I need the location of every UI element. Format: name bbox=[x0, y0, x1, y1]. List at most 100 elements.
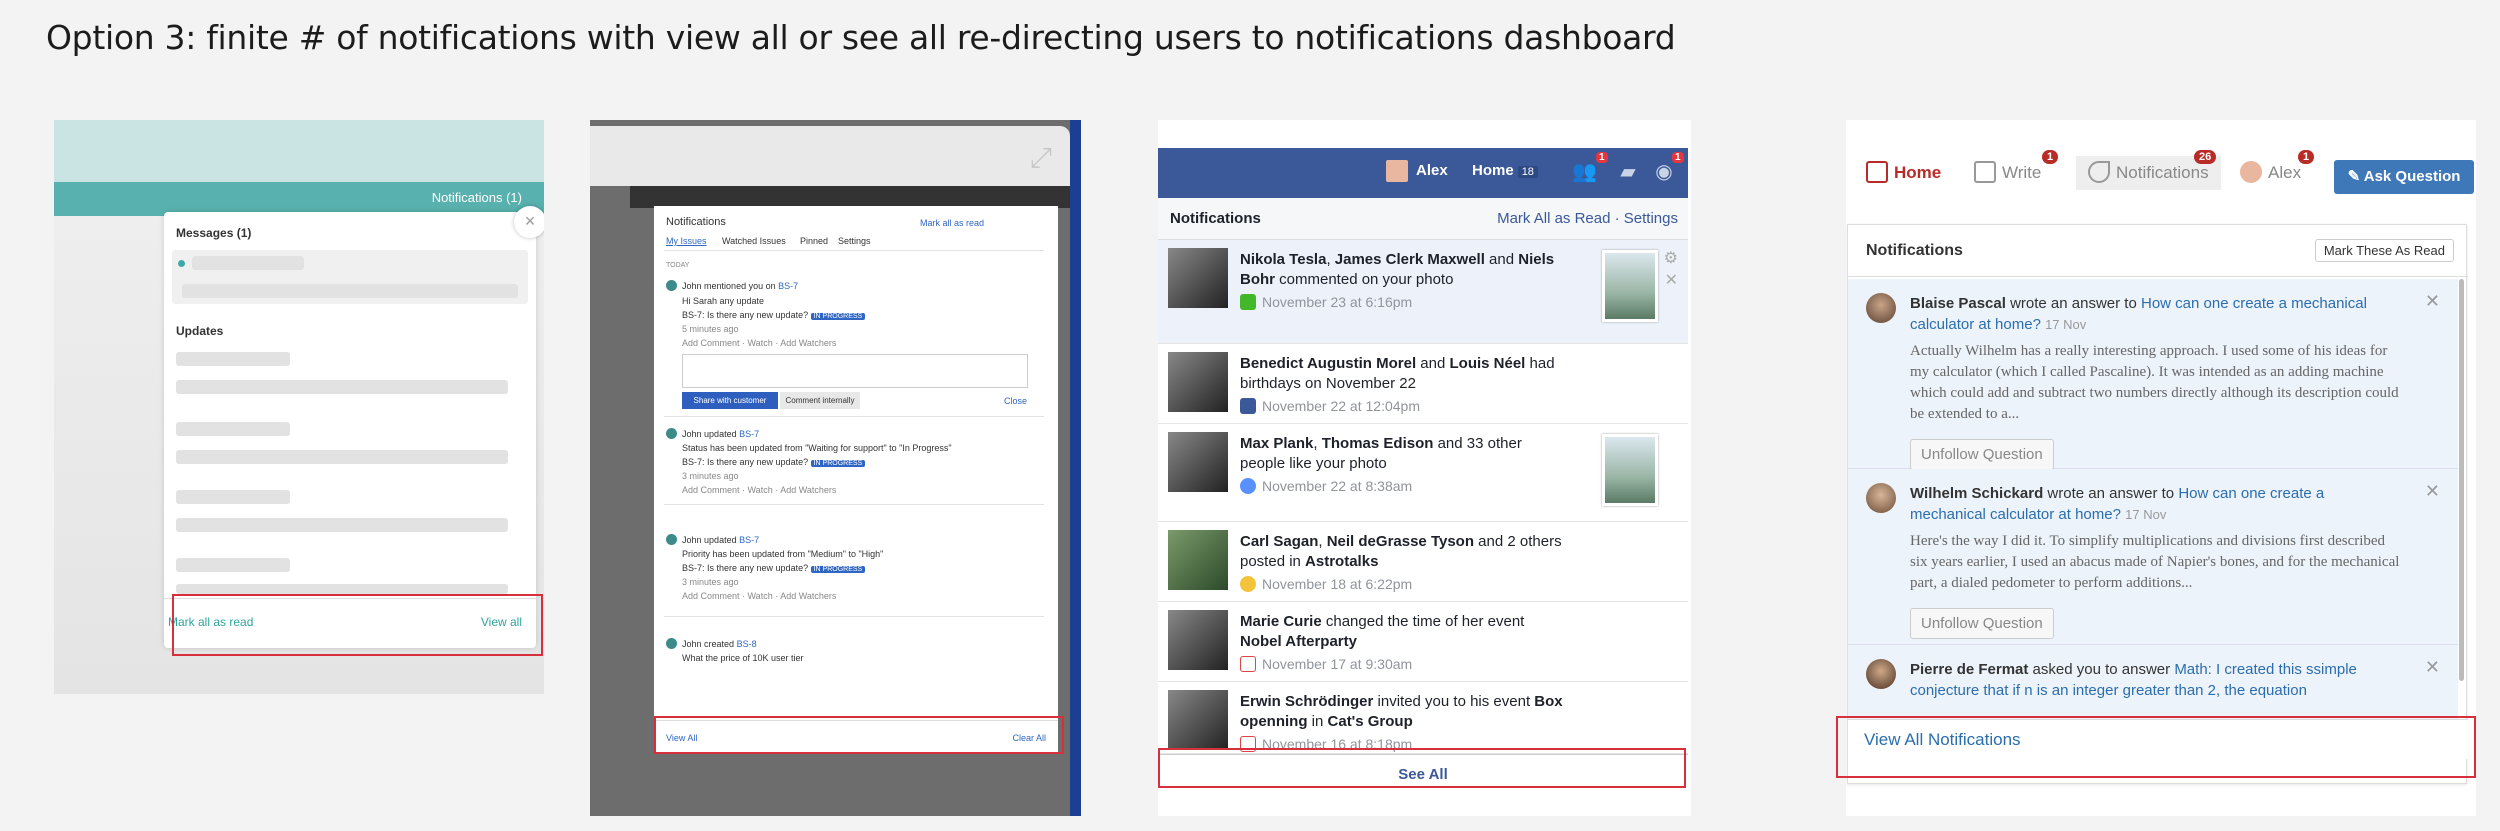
messages-header: Messages (1) bbox=[176, 226, 252, 240]
notification-text: Pierre de Fermat asked you to answer Mat… bbox=[1910, 661, 2357, 699]
tab-my-issues[interactable]: My Issues bbox=[666, 236, 707, 246]
quora-navbar: Home Write 1 Notifications 26 Alex 1 ✎ A… bbox=[1846, 150, 2476, 194]
dropdown-title: Notifications bbox=[1866, 242, 1963, 259]
list-item[interactable]: John mentioned you on BS-7 bbox=[682, 281, 798, 291]
divider bbox=[664, 616, 1044, 617]
nav-home[interactable]: Home 18 bbox=[1472, 162, 1538, 179]
close-icon[interactable]: × bbox=[514, 206, 544, 238]
notifications-header: Notifications Mark All as Read · Setting… bbox=[1158, 198, 1688, 240]
unread-dot bbox=[178, 260, 185, 267]
notifications-dropdown: × Messages (1) Updates Mark all as read … bbox=[164, 206, 544, 648]
window-top: ⤢ bbox=[590, 126, 1070, 186]
notification-item[interactable]: Wilhelm Schickard wrote an answer to How… bbox=[1848, 469, 2458, 645]
mark-all-read-link[interactable]: Mark all as read bbox=[168, 615, 253, 629]
nav-write[interactable]: Write bbox=[1974, 156, 2041, 190]
see-all-link[interactable]: See All bbox=[1158, 754, 1688, 794]
friends-icon[interactable]: 👥 bbox=[1572, 160, 1597, 184]
view-all-link[interactable]: View all bbox=[481, 615, 522, 629]
photo-icon bbox=[1240, 294, 1256, 310]
unfollow-question-button[interactable]: Unfollow Question bbox=[1910, 608, 2054, 639]
item-actions[interactable]: Add Comment · Watch · Add Watchers bbox=[682, 338, 836, 348]
list-item[interactable]: John updated BS-7 bbox=[682, 535, 759, 545]
notification-item[interactable]: Pierre de Fermat asked you to answer Mat… bbox=[1848, 645, 2458, 725]
tab-watched-issues[interactable]: Watched Issues bbox=[722, 236, 786, 246]
item-issue: BS-7: Is there any new update? IN PROGRE… bbox=[682, 310, 866, 320]
avatar bbox=[1866, 483, 1896, 513]
messages-icon[interactable]: ▰ bbox=[1616, 160, 1640, 184]
profile-photo bbox=[1168, 530, 1228, 590]
notification-row[interactable]: Marie Curie changed the time of her even… bbox=[1158, 602, 1688, 682]
nav-user-name[interactable]: Alex bbox=[1416, 162, 1448, 179]
scrollbar[interactable] bbox=[2459, 279, 2464, 681]
profile-photo bbox=[1168, 610, 1228, 670]
list-item[interactable]: John updated BS-7 bbox=[682, 429, 759, 439]
section-label: TODAY bbox=[666, 262, 690, 269]
unfollow-question-button[interactable]: Unfollow Question bbox=[1910, 439, 2054, 470]
nav-home[interactable]: Home bbox=[1866, 156, 1941, 190]
close-icon[interactable]: ✕ bbox=[2425, 291, 2440, 312]
globe-icon[interactable]: ◉ bbox=[1652, 160, 1676, 184]
close-icon[interactable]: ✕ bbox=[2425, 481, 2440, 502]
close-link[interactable]: Close bbox=[1004, 396, 1027, 406]
mark-all-read-settings-links[interactable]: Mark All as Read · Settings bbox=[1497, 210, 1678, 227]
avatar bbox=[666, 534, 677, 545]
view-all-notifications-link[interactable]: View All Notifications bbox=[1864, 730, 2021, 750]
comment-internally-button[interactable]: Comment internally bbox=[780, 392, 860, 409]
comment-input[interactable] bbox=[682, 354, 1028, 388]
mark-all-read-link[interactable]: Mark all as read bbox=[920, 218, 984, 228]
notification-text: Wilhelm Schickard wrote an answer to How… bbox=[1910, 483, 2400, 639]
dropdown-header: Notifications Mark These As Read bbox=[1848, 225, 2468, 277]
nav-user[interactable]: Alex bbox=[2240, 156, 2301, 190]
notification-text: Erwin Schrödinger invited you to his eve… bbox=[1240, 693, 1563, 752]
notification-row[interactable]: Nikola Tesla, James Clerk Maxwell and Ni… bbox=[1158, 240, 1688, 344]
notification-row[interactable]: Benedict Augustin Morel and Louis Néel h… bbox=[1158, 344, 1688, 424]
notification-text: Blaise Pascal wrote an answer to How can… bbox=[1910, 293, 2400, 470]
notification-item[interactable]: Blaise Pascal wrote an answer to How can… bbox=[1848, 279, 2458, 470]
tab-settings[interactable]: Settings bbox=[838, 236, 871, 246]
ask-icon: ✎ bbox=[2347, 168, 2364, 185]
avatar bbox=[666, 280, 677, 291]
placeholder-line bbox=[176, 584, 508, 594]
item-time: 5 minutes ago bbox=[682, 324, 739, 334]
avatar bbox=[2240, 161, 2262, 183]
view-all-link[interactable]: View All bbox=[666, 733, 697, 743]
photo-thumbnail bbox=[1602, 250, 1658, 322]
avatar[interactable] bbox=[1386, 160, 1408, 182]
profile-photo bbox=[1168, 432, 1228, 492]
updates-header: Updates bbox=[176, 324, 224, 338]
mark-these-as-read-button[interactable]: Mark These As Read bbox=[2314, 239, 2454, 262]
clear-all-link[interactable]: Clear All bbox=[1012, 733, 1046, 743]
dropdown-footer: Mark all as read View all bbox=[164, 598, 536, 648]
notification-row[interactable]: Carl Sagan, Neil deGrasse Tyson and 2 ot… bbox=[1158, 522, 1688, 602]
placeholder-line bbox=[176, 352, 290, 366]
avatar bbox=[1866, 659, 1896, 689]
avatar bbox=[666, 638, 677, 649]
list-item[interactable]: John created BS-8 bbox=[682, 639, 757, 649]
settings-dot-icon[interactable]: ⚙ bbox=[1664, 248, 1678, 268]
notification-row[interactable]: Erwin Schrödinger invited you to his eve… bbox=[1158, 682, 1688, 754]
placeholder-line bbox=[192, 256, 304, 270]
item-actions[interactable]: Add Comment · Watch · Add Watchers bbox=[682, 485, 836, 495]
ask-question-button[interactable]: ✎ Ask Question bbox=[2334, 160, 2474, 194]
notifications-card: Notifications Mark all as read My Issues… bbox=[654, 206, 1058, 754]
close-icon[interactable]: ✕ bbox=[2425, 657, 2440, 678]
example-panel-1: Notifications (1) × Messages (1) Updates… bbox=[54, 120, 544, 694]
item-time: 3 minutes ago bbox=[682, 471, 739, 481]
close-icon[interactable]: ✕ bbox=[1665, 270, 1678, 290]
notification-row[interactable]: Max Plank, Thomas Edison and 33 other pe… bbox=[1158, 424, 1688, 522]
item-issue: BS-7: Is there any new update? IN PROGRE… bbox=[682, 563, 866, 573]
tab-pinned[interactable]: Pinned bbox=[800, 236, 828, 246]
example-panel-3: Alex Home 18 👥 1 ▰ ◉ 1 Notifications Mark… bbox=[1158, 120, 1691, 816]
expand-icon[interactable]: ⤢ bbox=[1030, 142, 1052, 175]
page-heading: Option 3: finite # of notifications with… bbox=[46, 18, 1676, 57]
item-actions[interactable]: Add Comment · Watch · Add Watchers bbox=[682, 591, 836, 601]
item-time: 3 minutes ago bbox=[682, 577, 739, 587]
facebook-icon bbox=[1240, 398, 1256, 414]
example-panel-2: ⤢ Notifications Mark all as read My Issu… bbox=[590, 120, 1081, 816]
write-badge: 1 bbox=[2042, 150, 2059, 164]
calendar-icon bbox=[1240, 736, 1256, 752]
item-line: Status has been updated from "Waiting fo… bbox=[682, 443, 952, 453]
photo-thumbnail bbox=[1602, 434, 1658, 506]
notifications-toggle[interactable]: Notifications (1) bbox=[432, 190, 522, 205]
share-with-customer-button[interactable]: Share with customer bbox=[682, 392, 778, 409]
